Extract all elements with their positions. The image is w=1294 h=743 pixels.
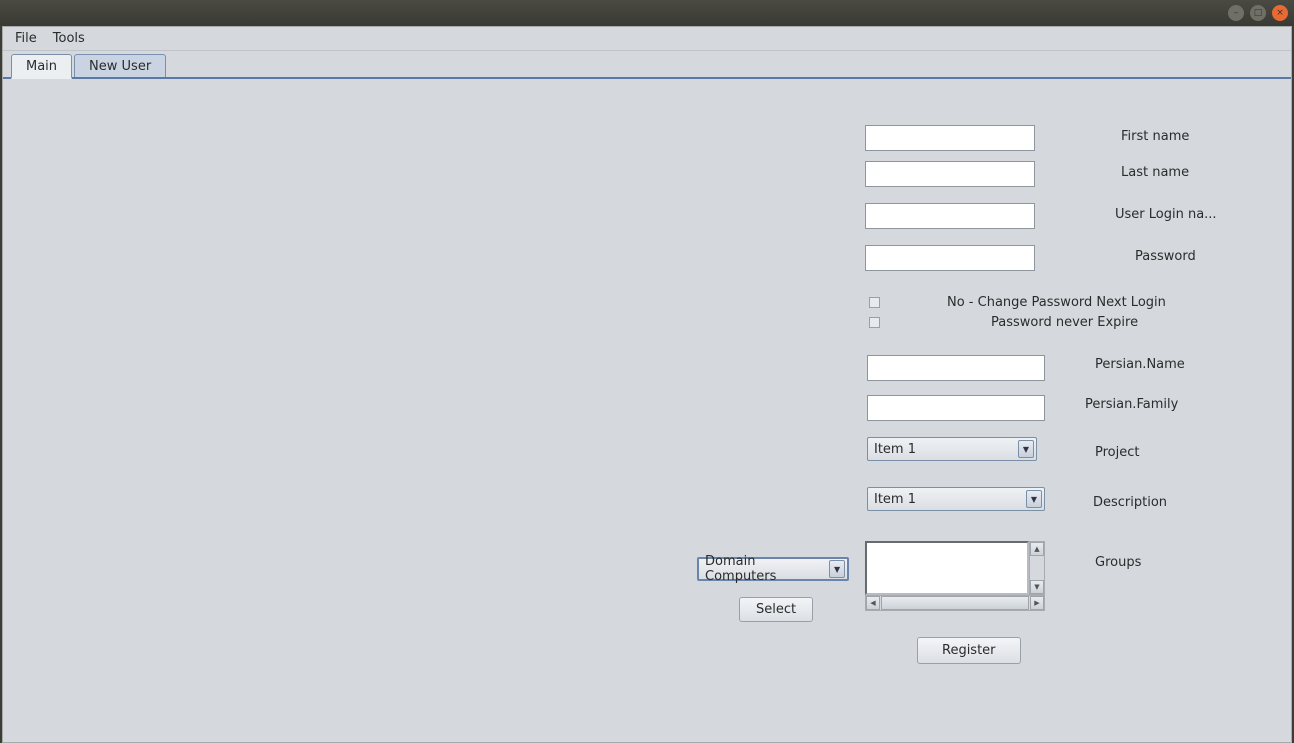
tab-main[interactable]: Main [11, 54, 72, 79]
domain-combo-text: Domain Computers [705, 554, 829, 584]
password-never-expire-checkbox[interactable] [869, 317, 880, 328]
tabbar: Main New User [3, 51, 1291, 79]
window-minimize-icon[interactable]: – [1228, 5, 1244, 21]
project-combo-chevron-icon: ▼ [1018, 440, 1034, 458]
project-label: Project [1095, 445, 1139, 460]
window-titlebar: – □ × [0, 0, 1294, 26]
persian-family-label: Persian.Family [1085, 397, 1178, 412]
register-button[interactable]: Register [917, 637, 1021, 664]
window-close-icon[interactable]: × [1272, 5, 1288, 21]
no-change-password-label: No - Change Password Next Login [947, 295, 1166, 310]
scroll-right-icon[interactable]: ▶ [1030, 596, 1044, 610]
login-name-input[interactable] [865, 203, 1035, 229]
project-combo-text: Item 1 [874, 442, 916, 457]
description-combo-text: Item 1 [874, 492, 916, 507]
first-name-label: First name [1121, 129, 1189, 144]
domain-combo[interactable]: Domain Computers ▼ [697, 557, 849, 581]
description-label: Description [1093, 495, 1167, 510]
menu-tools[interactable]: Tools [47, 29, 91, 48]
persian-family-input[interactable] [867, 395, 1045, 421]
groups-listbox[interactable] [865, 541, 1029, 595]
scroll-down-icon[interactable]: ▼ [1030, 580, 1044, 594]
project-combo[interactable]: Item 1 ▼ [867, 437, 1037, 461]
first-name-input[interactable] [865, 125, 1035, 151]
description-combo-chevron-icon: ▼ [1026, 490, 1042, 508]
window-maximize-icon[interactable]: □ [1250, 5, 1266, 21]
password-never-expire-label: Password never Expire [991, 315, 1138, 330]
select-button[interactable]: Select [739, 597, 813, 622]
description-combo[interactable]: Item 1 ▼ [867, 487, 1045, 511]
login-name-label: User Login na... [1115, 207, 1217, 222]
persian-name-input[interactable] [867, 355, 1045, 381]
persian-name-label: Persian.Name [1095, 357, 1185, 372]
groups-scroll-horizontal[interactable]: ◀ ▶ [865, 595, 1045, 611]
menubar: File Tools [3, 27, 1291, 51]
tab-new-user[interactable]: New User [74, 54, 166, 77]
password-label: Password [1135, 249, 1196, 264]
menu-file[interactable]: File [9, 29, 43, 48]
scroll-thumb[interactable] [881, 596, 1029, 610]
domain-combo-chevron-icon: ▼ [829, 560, 845, 578]
app-window: File Tools Main New User First name Last… [2, 26, 1292, 743]
password-input[interactable] [865, 245, 1035, 271]
scroll-up-icon[interactable]: ▲ [1030, 542, 1044, 556]
scroll-left-icon[interactable]: ◀ [866, 596, 880, 610]
content-area: First name Last name User Login na... Pa… [3, 79, 1291, 742]
groups-scroll-vertical[interactable]: ▲ ▼ [1029, 541, 1045, 595]
last-name-label: Last name [1121, 165, 1189, 180]
groups-listbox-wrap: ▲ ▼ ◀ ▶ [865, 541, 1045, 611]
groups-label: Groups [1095, 555, 1141, 570]
last-name-input[interactable] [865, 161, 1035, 187]
no-change-password-checkbox[interactable] [869, 297, 880, 308]
